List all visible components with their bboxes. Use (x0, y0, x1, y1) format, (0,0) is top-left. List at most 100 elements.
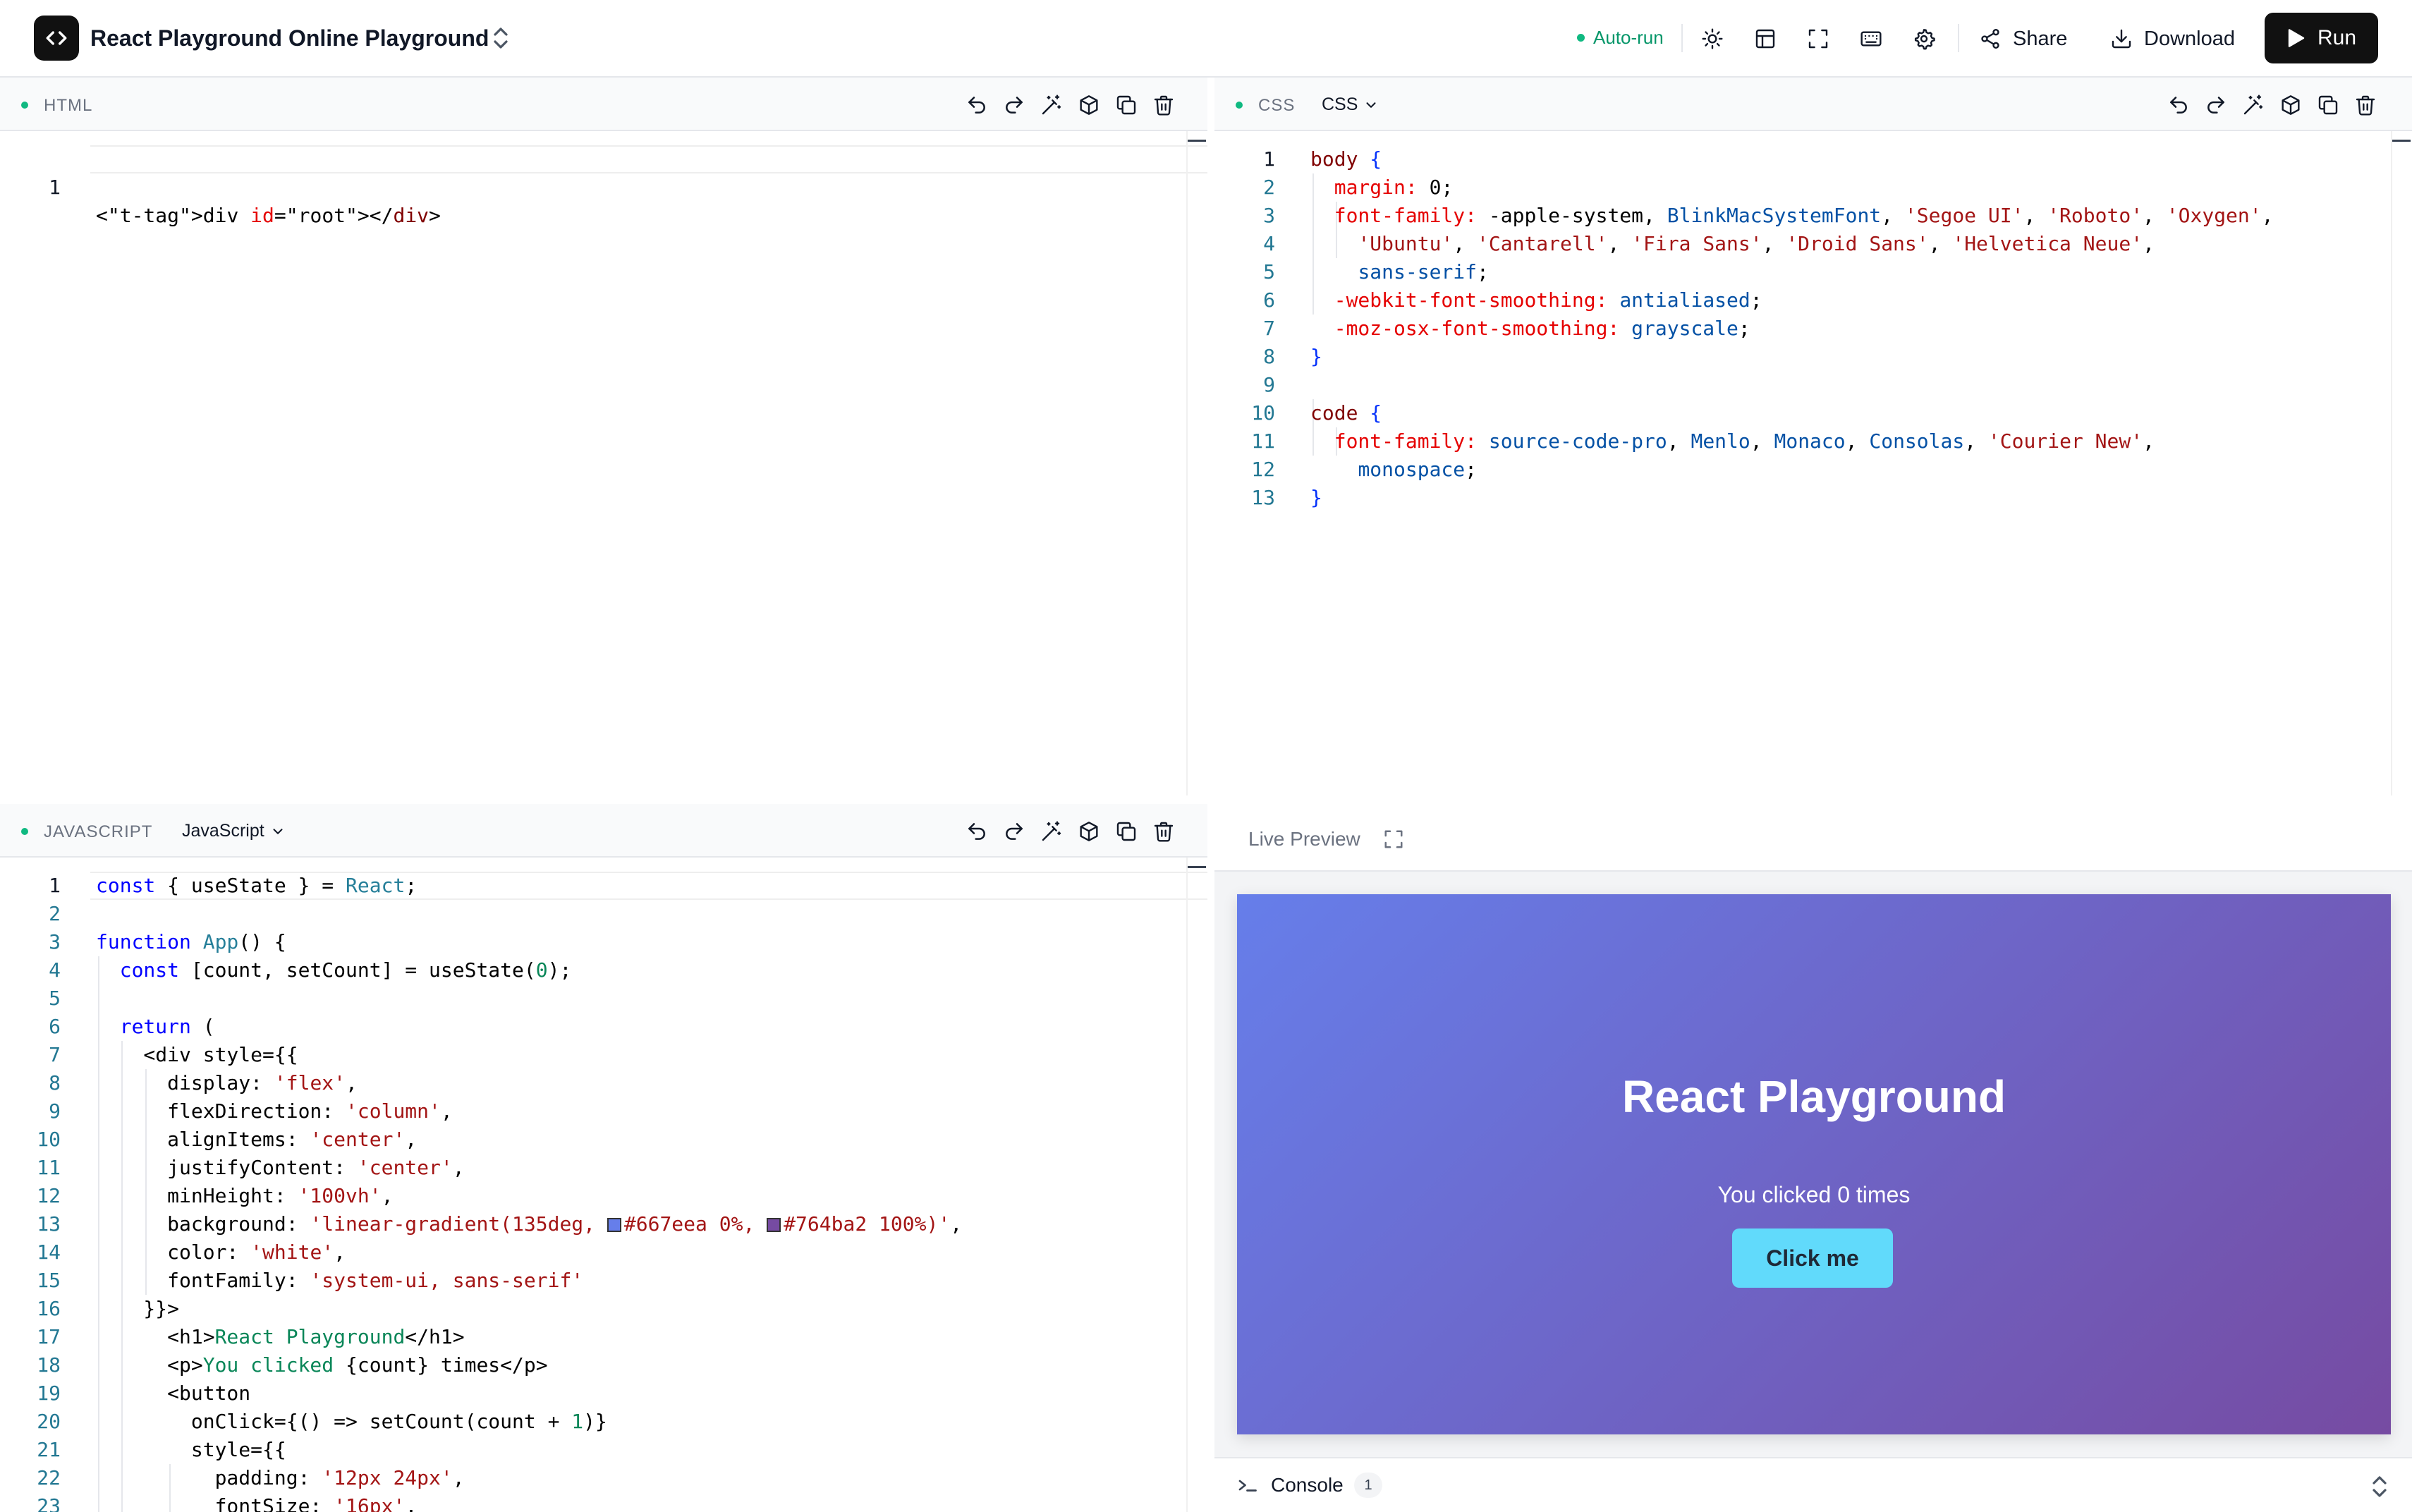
code-text: -moz-osx-font-smoothing: grayscale; (1334, 317, 1750, 340)
line-number: 8 (49, 1071, 61, 1095)
copy-icon[interactable] (1111, 817, 1141, 846)
package-icon[interactable] (1074, 90, 1104, 120)
code-line: 4 const [count, setCount] = useState(0); (0, 956, 1207, 984)
code-line: 16 }}> (0, 1295, 1207, 1323)
html-code-editor[interactable]: 1 <"t-tag">div id="root"></div> (0, 131, 1207, 795)
download-label: Download (2144, 27, 2235, 50)
redo-icon[interactable] (2201, 90, 2231, 120)
code-line: 3 function App() { (0, 928, 1207, 956)
format-wand-icon[interactable] (1037, 817, 1066, 846)
css-code-editor[interactable]: 1 body {2 margin: 0; 3 font-family: -apple… (1214, 131, 2412, 795)
code-text: style={{ (96, 1438, 286, 1461)
js-code-editor[interactable]: 1 const { useState } = React; 2 3 function A… (0, 858, 1207, 1512)
package-icon[interactable] (2276, 90, 2306, 120)
chevron-up-down-icon[interactable] (2368, 1474, 2391, 1499)
click-me-button[interactable]: Click me (1732, 1228, 1893, 1288)
keyboard-icon[interactable] (1855, 23, 1887, 55)
copy-icon[interactable] (1111, 90, 1141, 120)
code-line: 6 -webkit-font-smoothing: antialiased; (1214, 286, 2412, 315)
redo-icon[interactable] (999, 90, 1029, 120)
code-line: 13} (1214, 484, 2412, 512)
scrollbar[interactable] (1186, 131, 1188, 795)
line-number: 11 (1251, 429, 1275, 453)
code-text: margin: 0; (1334, 176, 1454, 199)
js-editor-panel: JAVASCRIPT JavaScript 1 const { useState … (0, 804, 1207, 1512)
status-dot (21, 828, 28, 835)
share-icon (1981, 29, 1999, 49)
expand-preview-icon[interactable] (1379, 825, 1408, 853)
app-title[interactable]: React Playground Online Playground (90, 25, 489, 51)
line-number: 23 (37, 1494, 61, 1512)
line-number: 13 (37, 1212, 61, 1236)
scroll-position-marker (1188, 140, 1206, 142)
code-line: 13 background: 'linear-gradient(135deg, … (0, 1210, 1207, 1238)
toolbar-divider (1681, 24, 1683, 52)
package-icon[interactable] (1074, 817, 1104, 846)
fullscreen-icon[interactable] (1802, 23, 1834, 55)
line-number: 4 (1263, 232, 1275, 255)
line-number: 1 (49, 874, 61, 897)
settings-gear-icon[interactable] (1908, 23, 1940, 55)
undo-icon[interactable] (2164, 90, 2193, 120)
copy-icon[interactable] (2313, 90, 2343, 120)
code-line: 15 fontFamily: 'system-ui, sans-serif' (0, 1267, 1207, 1295)
code-text: const { useState } = React; (96, 874, 418, 897)
console-label: Console (1271, 1474, 1344, 1496)
code-text: }}> (96, 1297, 180, 1320)
line-number: 10 (37, 1128, 61, 1151)
line-number: 8 (1263, 345, 1275, 368)
code-logo-icon[interactable] (34, 16, 79, 61)
code-text: monospace; (1358, 458, 1478, 481)
live-preview-panel: Live Preview React Playground You clicke… (1214, 804, 2412, 1512)
code-line: 5 sans-serif; (1214, 258, 2412, 286)
css-language-select[interactable]: CSS (1322, 94, 1379, 115)
code-text: return ( (119, 1015, 215, 1038)
line-number: 9 (1263, 373, 1275, 396)
trash-icon[interactable] (2351, 90, 2380, 120)
code-text: <h1>React Playground</h1> (96, 1325, 465, 1348)
autorun-toggle[interactable]: Auto-run (1577, 27, 1664, 49)
chevron-up-down-icon[interactable] (491, 25, 511, 51)
trash-icon[interactable] (1149, 90, 1178, 120)
preview-title: Live Preview (1248, 828, 1360, 850)
code-line: 9 (1214, 371, 2412, 399)
code-text: sans-serif; (1358, 260, 1489, 284)
console-bar[interactable]: Console 1 (1214, 1457, 2412, 1512)
run-button[interactable]: Run (2265, 13, 2378, 63)
play-icon (2288, 29, 2305, 47)
layout-icon[interactable] (1749, 23, 1781, 55)
line-number: 3 (49, 930, 61, 953)
line-number: 19 (37, 1382, 61, 1405)
redo-icon[interactable] (999, 817, 1029, 846)
js-language-select[interactable]: JavaScript (182, 821, 286, 841)
scroll-position-marker (1188, 866, 1206, 868)
line-number: 20 (37, 1410, 61, 1433)
line-number: 10 (1251, 401, 1275, 425)
console-count-badge: 1 (1354, 1473, 1382, 1498)
scroll-position-marker (2392, 140, 2411, 142)
code-text: } (1310, 345, 1322, 368)
code-line: 2 (0, 900, 1207, 928)
line-number: 21 (37, 1438, 61, 1461)
trash-icon[interactable] (1149, 817, 1178, 846)
code-line: 22 padding: '12px 24px', (0, 1464, 1207, 1492)
line-number: 6 (49, 1015, 61, 1038)
editor-actions (962, 90, 1178, 120)
undo-icon[interactable] (962, 817, 992, 846)
line-number: 7 (49, 1043, 61, 1066)
sun-icon[interactable] (1696, 23, 1729, 55)
line-number: 11 (37, 1156, 61, 1179)
format-wand-icon[interactable] (2239, 90, 2268, 120)
line-number: 6 (1263, 288, 1275, 312)
line-number: 13 (1251, 486, 1275, 509)
code-line: 10 code { (1214, 399, 2412, 427)
preview-heading: React Playground (1621, 1071, 2006, 1122)
status-dot (1236, 102, 1243, 109)
code-text: font-family: -apple-system, BlinkMacSyst… (1334, 204, 2274, 227)
code-line: 6 return ( (0, 1013, 1207, 1041)
undo-icon[interactable] (962, 90, 992, 120)
share-button[interactable]: Share (1979, 20, 2067, 58)
format-wand-icon[interactable] (1037, 90, 1066, 120)
line-number: 5 (1263, 260, 1275, 284)
download-button[interactable]: Download (2110, 20, 2235, 58)
